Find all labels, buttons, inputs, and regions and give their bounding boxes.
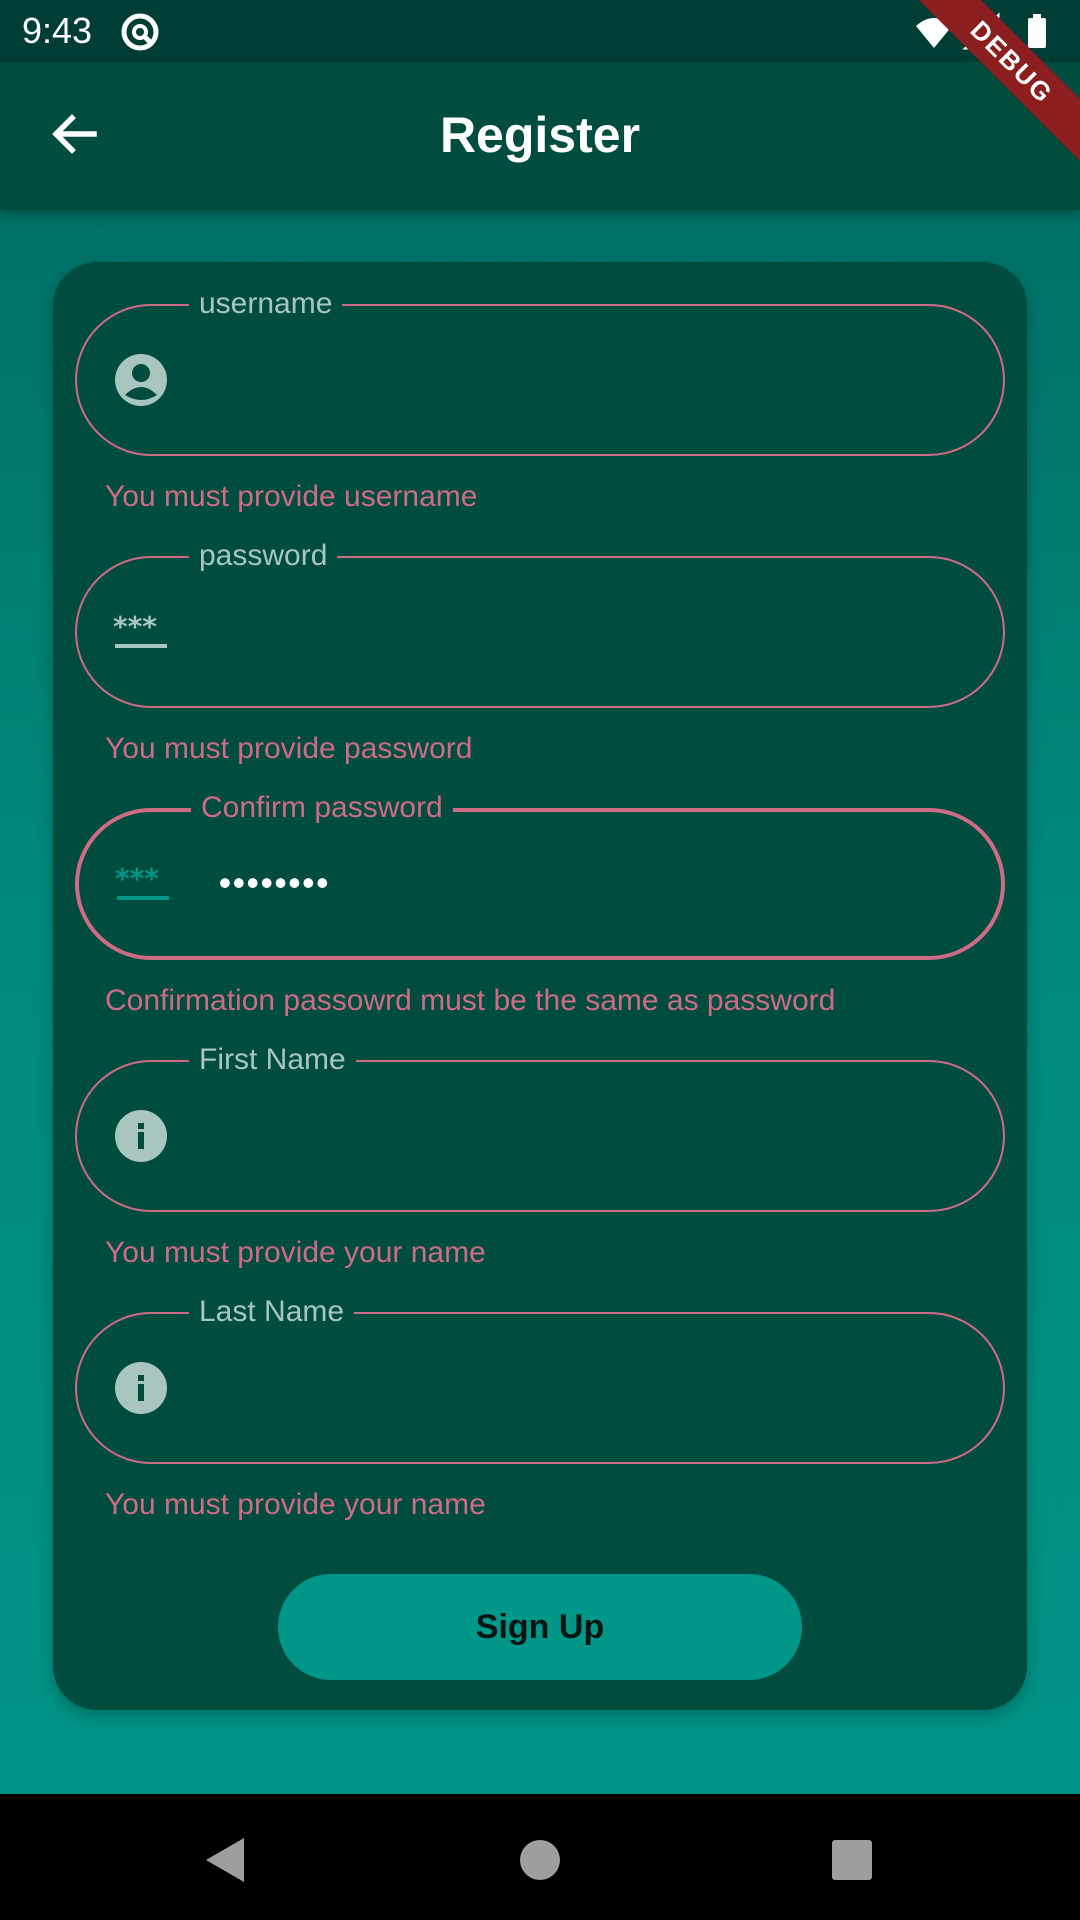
app-bar: Register <box>0 62 1080 210</box>
register-form-card: username You must provide username passw… <box>53 262 1027 1710</box>
last-name-field[interactable]: Last Name <box>75 1294 1005 1464</box>
first-name-field[interactable]: First Name <box>75 1042 1005 1212</box>
nav-home-icon[interactable] <box>510 1830 570 1890</box>
system-nav-bar <box>0 1794 1080 1920</box>
username-label: username <box>189 286 343 322</box>
info-icon <box>113 1360 169 1416</box>
username-field[interactable]: username <box>75 286 1005 456</box>
page-title: Register <box>439 107 641 163</box>
last-name-error: You must provide your name <box>105 1488 486 1521</box>
info-icon <box>113 1108 169 1164</box>
nav-recents-icon[interactable] <box>822 1830 882 1890</box>
nav-back-icon[interactable] <box>196 1830 256 1890</box>
password-icon: *** <box>115 856 171 912</box>
confirm-password-input: •••••••• <box>219 864 331 903</box>
first-name-error: You must provide your name <box>105 1236 486 1269</box>
username-error: You must provide username <box>105 480 478 513</box>
confirm-password-label: Confirm password <box>191 790 453 826</box>
svg-text:***: *** <box>113 612 157 643</box>
last-name-label: Last Name <box>189 1294 355 1330</box>
confirm-password-field[interactable]: Confirm password *** •••••••• <box>75 790 1005 960</box>
password-label: password <box>189 538 338 574</box>
account-circle-icon <box>113 352 169 408</box>
svg-text:***: *** <box>115 864 159 895</box>
password-error: You must provide password <box>105 732 473 765</box>
status-time: 9:43 <box>22 10 93 51</box>
sign-up-button[interactable]: Sign Up <box>278 1574 802 1680</box>
first-name-label: First Name <box>189 1042 356 1078</box>
confirm-password-error: Confirmation passowrd must be the same a… <box>105 984 836 1017</box>
app-notification-icon <box>120 12 160 52</box>
status-bar: 9:43 <box>0 0 1080 62</box>
password-icon: *** <box>113 604 169 660</box>
battery-icon <box>1028 14 1046 48</box>
password-field[interactable]: password *** <box>75 538 1005 708</box>
